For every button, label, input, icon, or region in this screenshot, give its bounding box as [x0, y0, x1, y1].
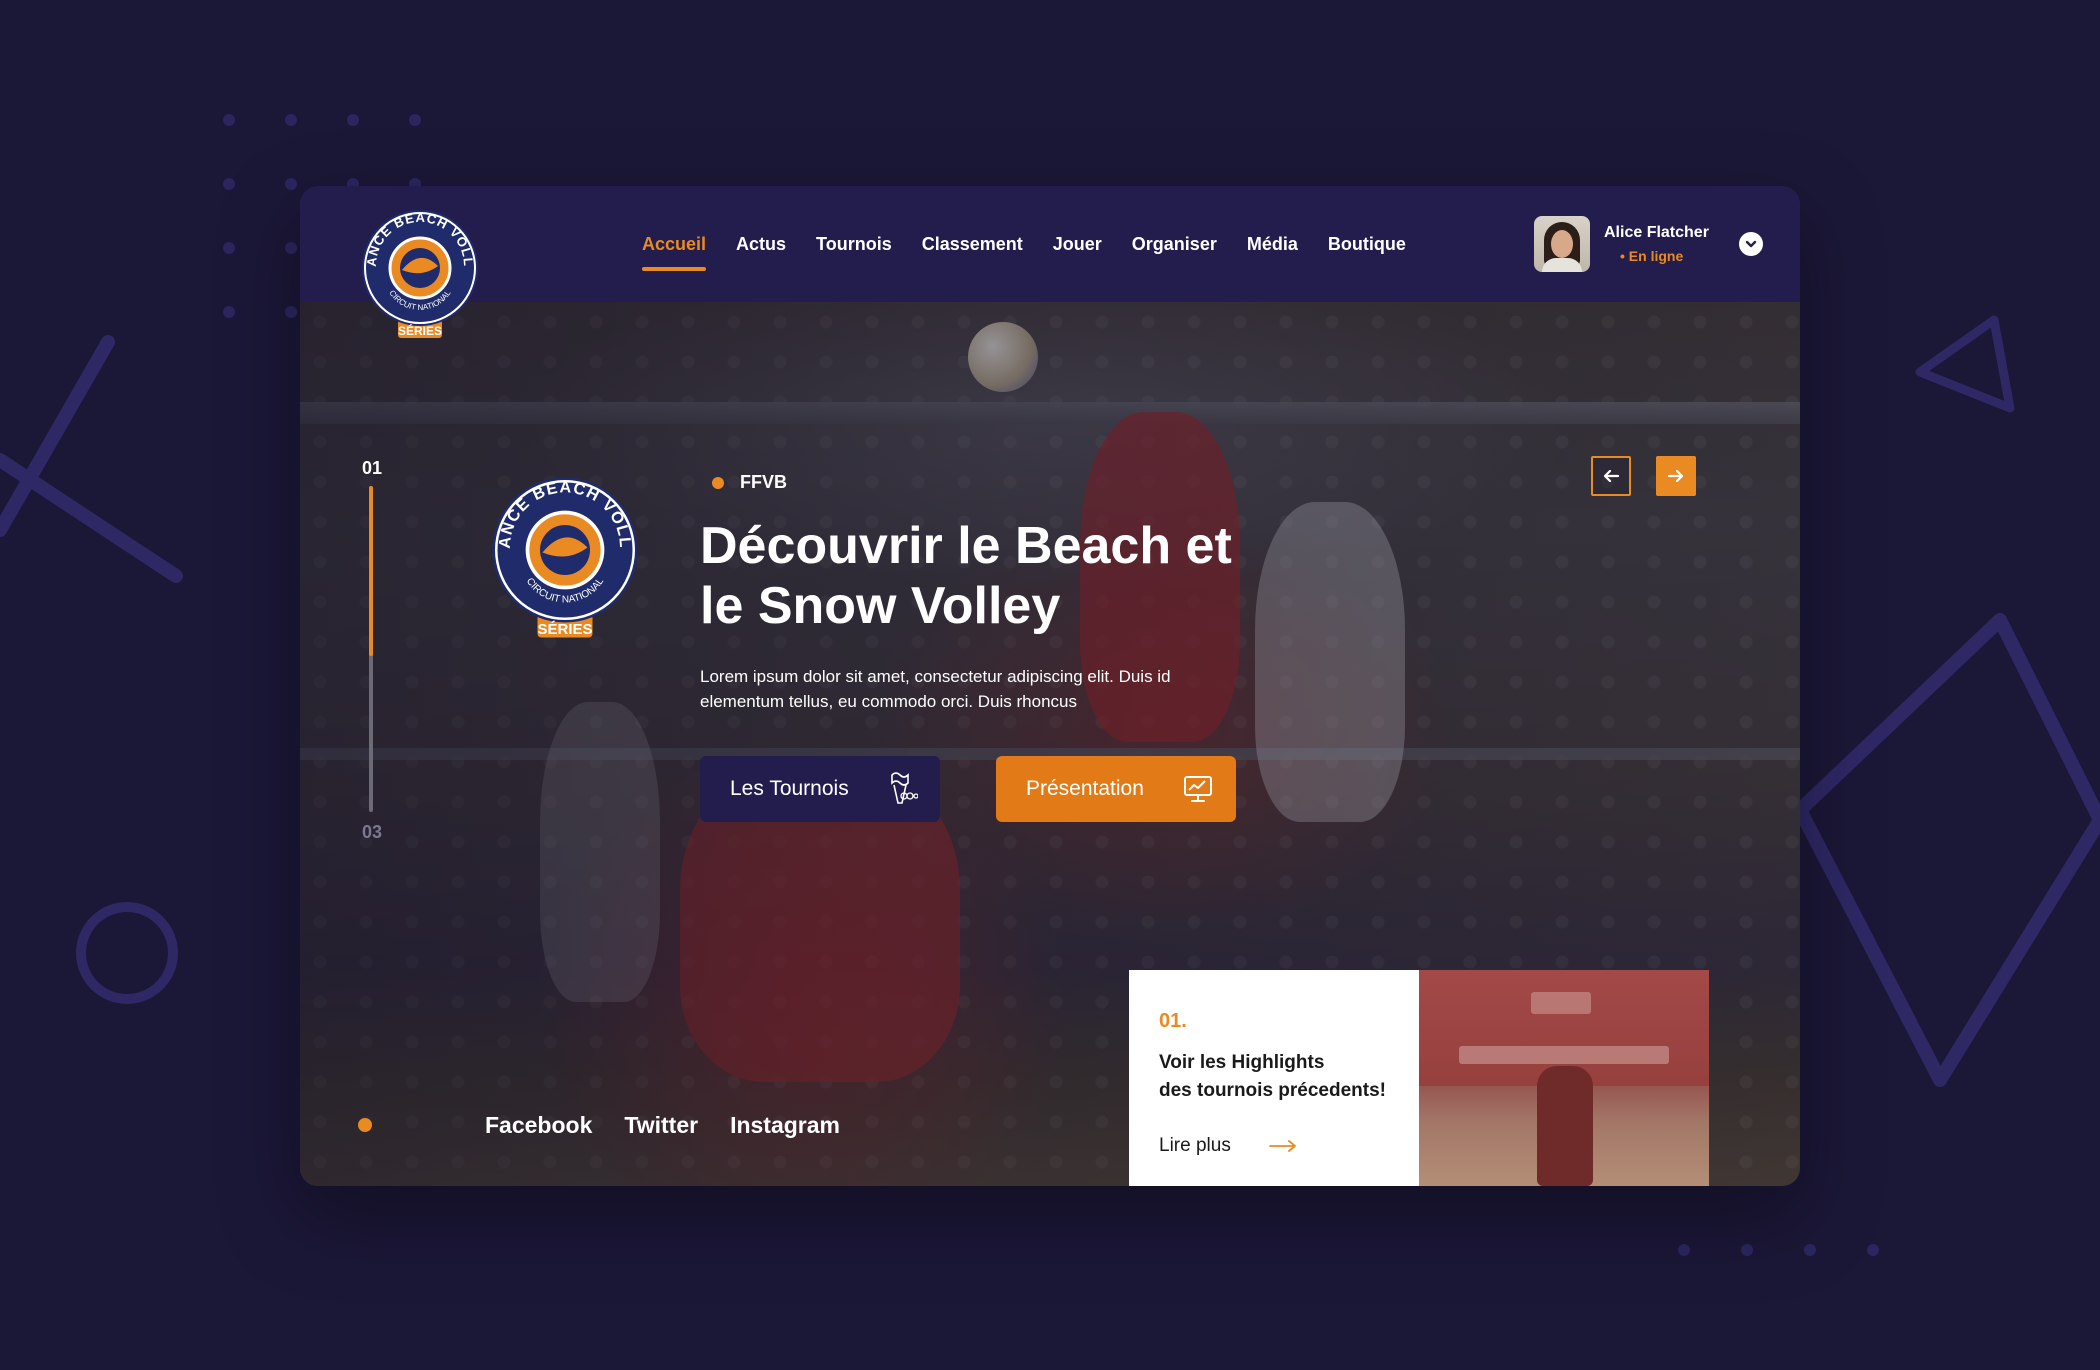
hero-logo: FRANCE BEACH VOLLEY CIRCUIT NATIONAL SÉR… — [490, 474, 638, 638]
presentation-button[interactable]: Présentation — [996, 756, 1236, 822]
highlights-text-line-1: Voir les Highlights — [1159, 1052, 1325, 1073]
presentation-board-icon — [1184, 776, 1212, 802]
instagram-link[interactable]: Instagram — [730, 1112, 840, 1139]
slide-prev-button[interactable] — [1591, 456, 1631, 496]
highlights-thumbnail[interactable] — [1419, 970, 1709, 1186]
hero-title-line-1: Découvrir le Beach et — [700, 517, 1232, 575]
nav-item-boutique[interactable]: Boutique — [1328, 228, 1406, 261]
arrow-right-icon — [1667, 469, 1684, 483]
svg-text:SÉRIES: SÉRIES — [537, 621, 592, 638]
background-square-shape — [1793, 613, 2100, 1087]
main-card: Accueil Actus Tournois Classement Jouer … — [300, 186, 1800, 1186]
slide-total-number: 03 — [362, 822, 383, 842]
background-circle-shape — [76, 902, 178, 1004]
hero-description: Lorem ipsum dolor sit amet, consectetur … — [700, 667, 1171, 711]
social-links: Facebook Twitter Instagram — [485, 1112, 840, 1139]
top-navigation-bar: Accueil Actus Tournois Classement Jouer … — [300, 186, 1800, 302]
user-name: Alice Flatcher — [1604, 224, 1709, 241]
chevron-down-icon[interactable] — [1738, 232, 1763, 256]
background-triangle-shape — [1915, 315, 2015, 413]
avatar — [1534, 216, 1590, 272]
svg-text:SÉRIES: SÉRIES — [398, 323, 442, 338]
nav-item-organiser[interactable]: Organiser — [1132, 228, 1217, 261]
read-more-label: Lire plus — [1159, 1135, 1231, 1156]
highlights-number: 01. — [1159, 1010, 1187, 1032]
twitter-link[interactable]: Twitter — [624, 1112, 698, 1139]
background-cross-shape — [0, 335, 183, 583]
slide-progress-fill — [369, 486, 373, 656]
nav-item-accueil[interactable]: Accueil — [642, 228, 707, 271]
highlights-card[interactable]: 01. Voir les Highlights des tournois pré… — [1129, 970, 1419, 1186]
slide-current-number: 01 — [362, 458, 383, 478]
les-tournois-label: Les Tournois — [730, 777, 849, 800]
site-logo[interactable]: FRANCE BEACH VOLLEY CIRCUIT NATIONAL SÉR… — [360, 208, 480, 344]
hero-tag: FFVB — [712, 472, 787, 493]
hero-title: Découvrir le Beach et le Snow Volley — [700, 516, 1320, 636]
tag-dot — [712, 476, 724, 489]
highlights-text-line-2: des tournois précedents! — [1159, 1080, 1386, 1101]
facebook-link[interactable]: Facebook — [485, 1112, 592, 1139]
social-indicator-dot — [358, 1118, 372, 1132]
hero-tag-label: FFVB — [740, 472, 787, 492]
read-more-link[interactable]: Lire plus — [1159, 1135, 1419, 1157]
user-status: • En ligne — [1620, 248, 1684, 264]
slide-next-button[interactable] — [1656, 456, 1696, 496]
background-dots-bottom-right — [1678, 1244, 1879, 1256]
presentation-label: Présentation — [1026, 777, 1144, 800]
nav-item-media[interactable]: Média — [1247, 228, 1298, 261]
torch-icon — [891, 772, 918, 804]
highlights-text: Voir les Highlights des tournois précede… — [1159, 1049, 1409, 1105]
nav-item-jouer[interactable]: Jouer — [1053, 228, 1102, 261]
arrow-right-icon — [1268, 1140, 1296, 1152]
main-nav: Accueil Actus Tournois Classement Jouer … — [642, 186, 1406, 302]
hero-title-line-2: le Snow Volley — [700, 577, 1061, 635]
user-profile-menu[interactable]: Alice Flatcher • En ligne — [1534, 216, 1763, 272]
nav-item-actus[interactable]: Actus — [736, 228, 786, 261]
nav-item-classement[interactable]: Classement — [922, 228, 1023, 261]
les-tournois-button[interactable]: Les Tournois — [700, 756, 940, 822]
slide-progress-track — [369, 486, 373, 812]
nav-item-tournois[interactable]: Tournois — [816, 228, 892, 261]
arrow-left-icon — [1603, 469, 1620, 483]
